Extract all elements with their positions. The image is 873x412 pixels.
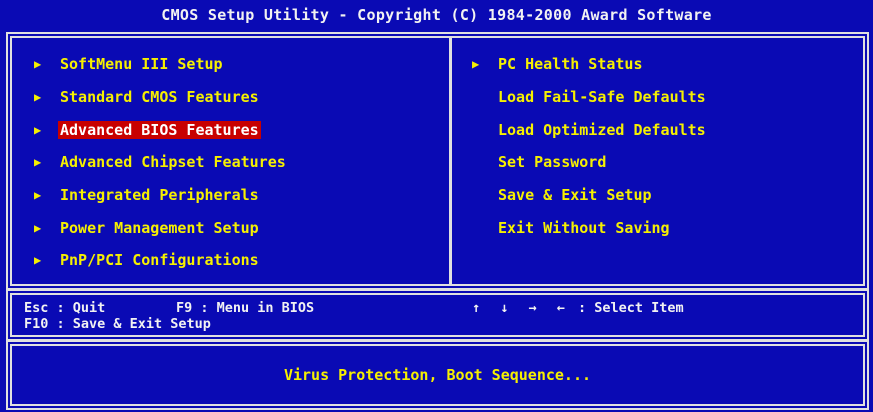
menu-item-label: Set Password bbox=[498, 153, 607, 172]
menu-item-label: Exit Without Saving bbox=[498, 218, 670, 237]
left-menu: ▶ SoftMenu III Setup ▶ Standard CMOS Fea… bbox=[34, 48, 286, 277]
key-hint-f9: F9 : Menu in BIOS bbox=[176, 300, 315, 316]
menu-item-advanced-bios-features[interactable]: ▶ Advanced BIOS Features bbox=[34, 113, 286, 146]
submenu-arrow-icon: ▶ bbox=[472, 57, 480, 72]
navigation-arrows-icon: ↑ ↓ → ← bbox=[472, 300, 571, 316]
menu-item-standard-cmos-features[interactable]: ▶ Standard CMOS Features bbox=[34, 81, 286, 114]
submenu-arrow-icon: ▶ bbox=[34, 90, 42, 105]
menu-item-softmenu-iii-setup[interactable]: ▶ SoftMenu III Setup bbox=[34, 48, 286, 81]
menu-item-label: Load Fail-Safe Defaults bbox=[498, 88, 706, 107]
item-help-text: Virus Protection, Boot Sequence... bbox=[283, 366, 592, 384]
menu-item-label: SoftMenu III Setup bbox=[60, 55, 223, 74]
menu-item-save-exit-setup[interactable]: Save & Exit Setup bbox=[472, 179, 706, 212]
menu-item-set-password[interactable]: Set Password bbox=[472, 146, 706, 179]
menu-item-integrated-peripherals[interactable]: ▶ Integrated Peripherals bbox=[34, 179, 286, 212]
menu-item-label: Advanced BIOS Features bbox=[58, 120, 261, 139]
column-divider bbox=[449, 36, 452, 286]
submenu-arrow-icon: ▶ bbox=[34, 253, 42, 268]
menu-item-label: Standard CMOS Features bbox=[60, 88, 259, 107]
key-help-frame bbox=[6, 289, 869, 341]
right-menu: ▶ PC Health Status Load Fail-Safe Defaul… bbox=[472, 48, 706, 244]
menu-item-load-fail-safe-defaults[interactable]: Load Fail-Safe Defaults bbox=[472, 81, 706, 114]
menu-item-advanced-chipset-features[interactable]: ▶ Advanced Chipset Features bbox=[34, 146, 286, 179]
menu-item-exit-without-saving[interactable]: Exit Without Saving bbox=[472, 211, 706, 244]
submenu-arrow-icon: ▶ bbox=[34, 57, 42, 72]
menu-item-label: Save & Exit Setup bbox=[498, 186, 652, 205]
menu-item-pc-health-status[interactable]: ▶ PC Health Status bbox=[472, 48, 706, 81]
menu-item-power-management-setup[interactable]: ▶ Power Management Setup bbox=[34, 211, 286, 244]
menu-item-label: Integrated Peripherals bbox=[60, 186, 259, 205]
menu-item-label: Advanced Chipset Features bbox=[60, 153, 286, 172]
menu-item-label: Power Management Setup bbox=[60, 218, 259, 237]
submenu-arrow-icon: ▶ bbox=[34, 220, 42, 235]
menu-item-label: Load Optimized Defaults bbox=[498, 120, 706, 139]
menu-item-label: PC Health Status bbox=[498, 55, 643, 74]
submenu-arrow-icon: ▶ bbox=[34, 188, 42, 203]
bios-screen: CMOS Setup Utility - Copyright (C) 1984-… bbox=[0, 0, 873, 412]
title-bar: CMOS Setup Utility - Copyright (C) 1984-… bbox=[0, 0, 873, 30]
submenu-arrow-icon: ▶ bbox=[34, 155, 42, 170]
submenu-arrow-icon: ▶ bbox=[34, 122, 42, 137]
menu-item-label: PnP/PCI Configurations bbox=[60, 251, 259, 270]
menu-item-load-optimized-defaults[interactable]: Load Optimized Defaults bbox=[472, 113, 706, 146]
key-hint-select: : Select Item bbox=[578, 300, 684, 316]
key-hint-f10: F10 : Save & Exit Setup bbox=[24, 316, 211, 332]
key-hint-esc: Esc : Quit bbox=[24, 300, 106, 316]
menu-item-pnp-pci-configurations[interactable]: ▶ PnP/PCI Configurations bbox=[34, 244, 286, 277]
